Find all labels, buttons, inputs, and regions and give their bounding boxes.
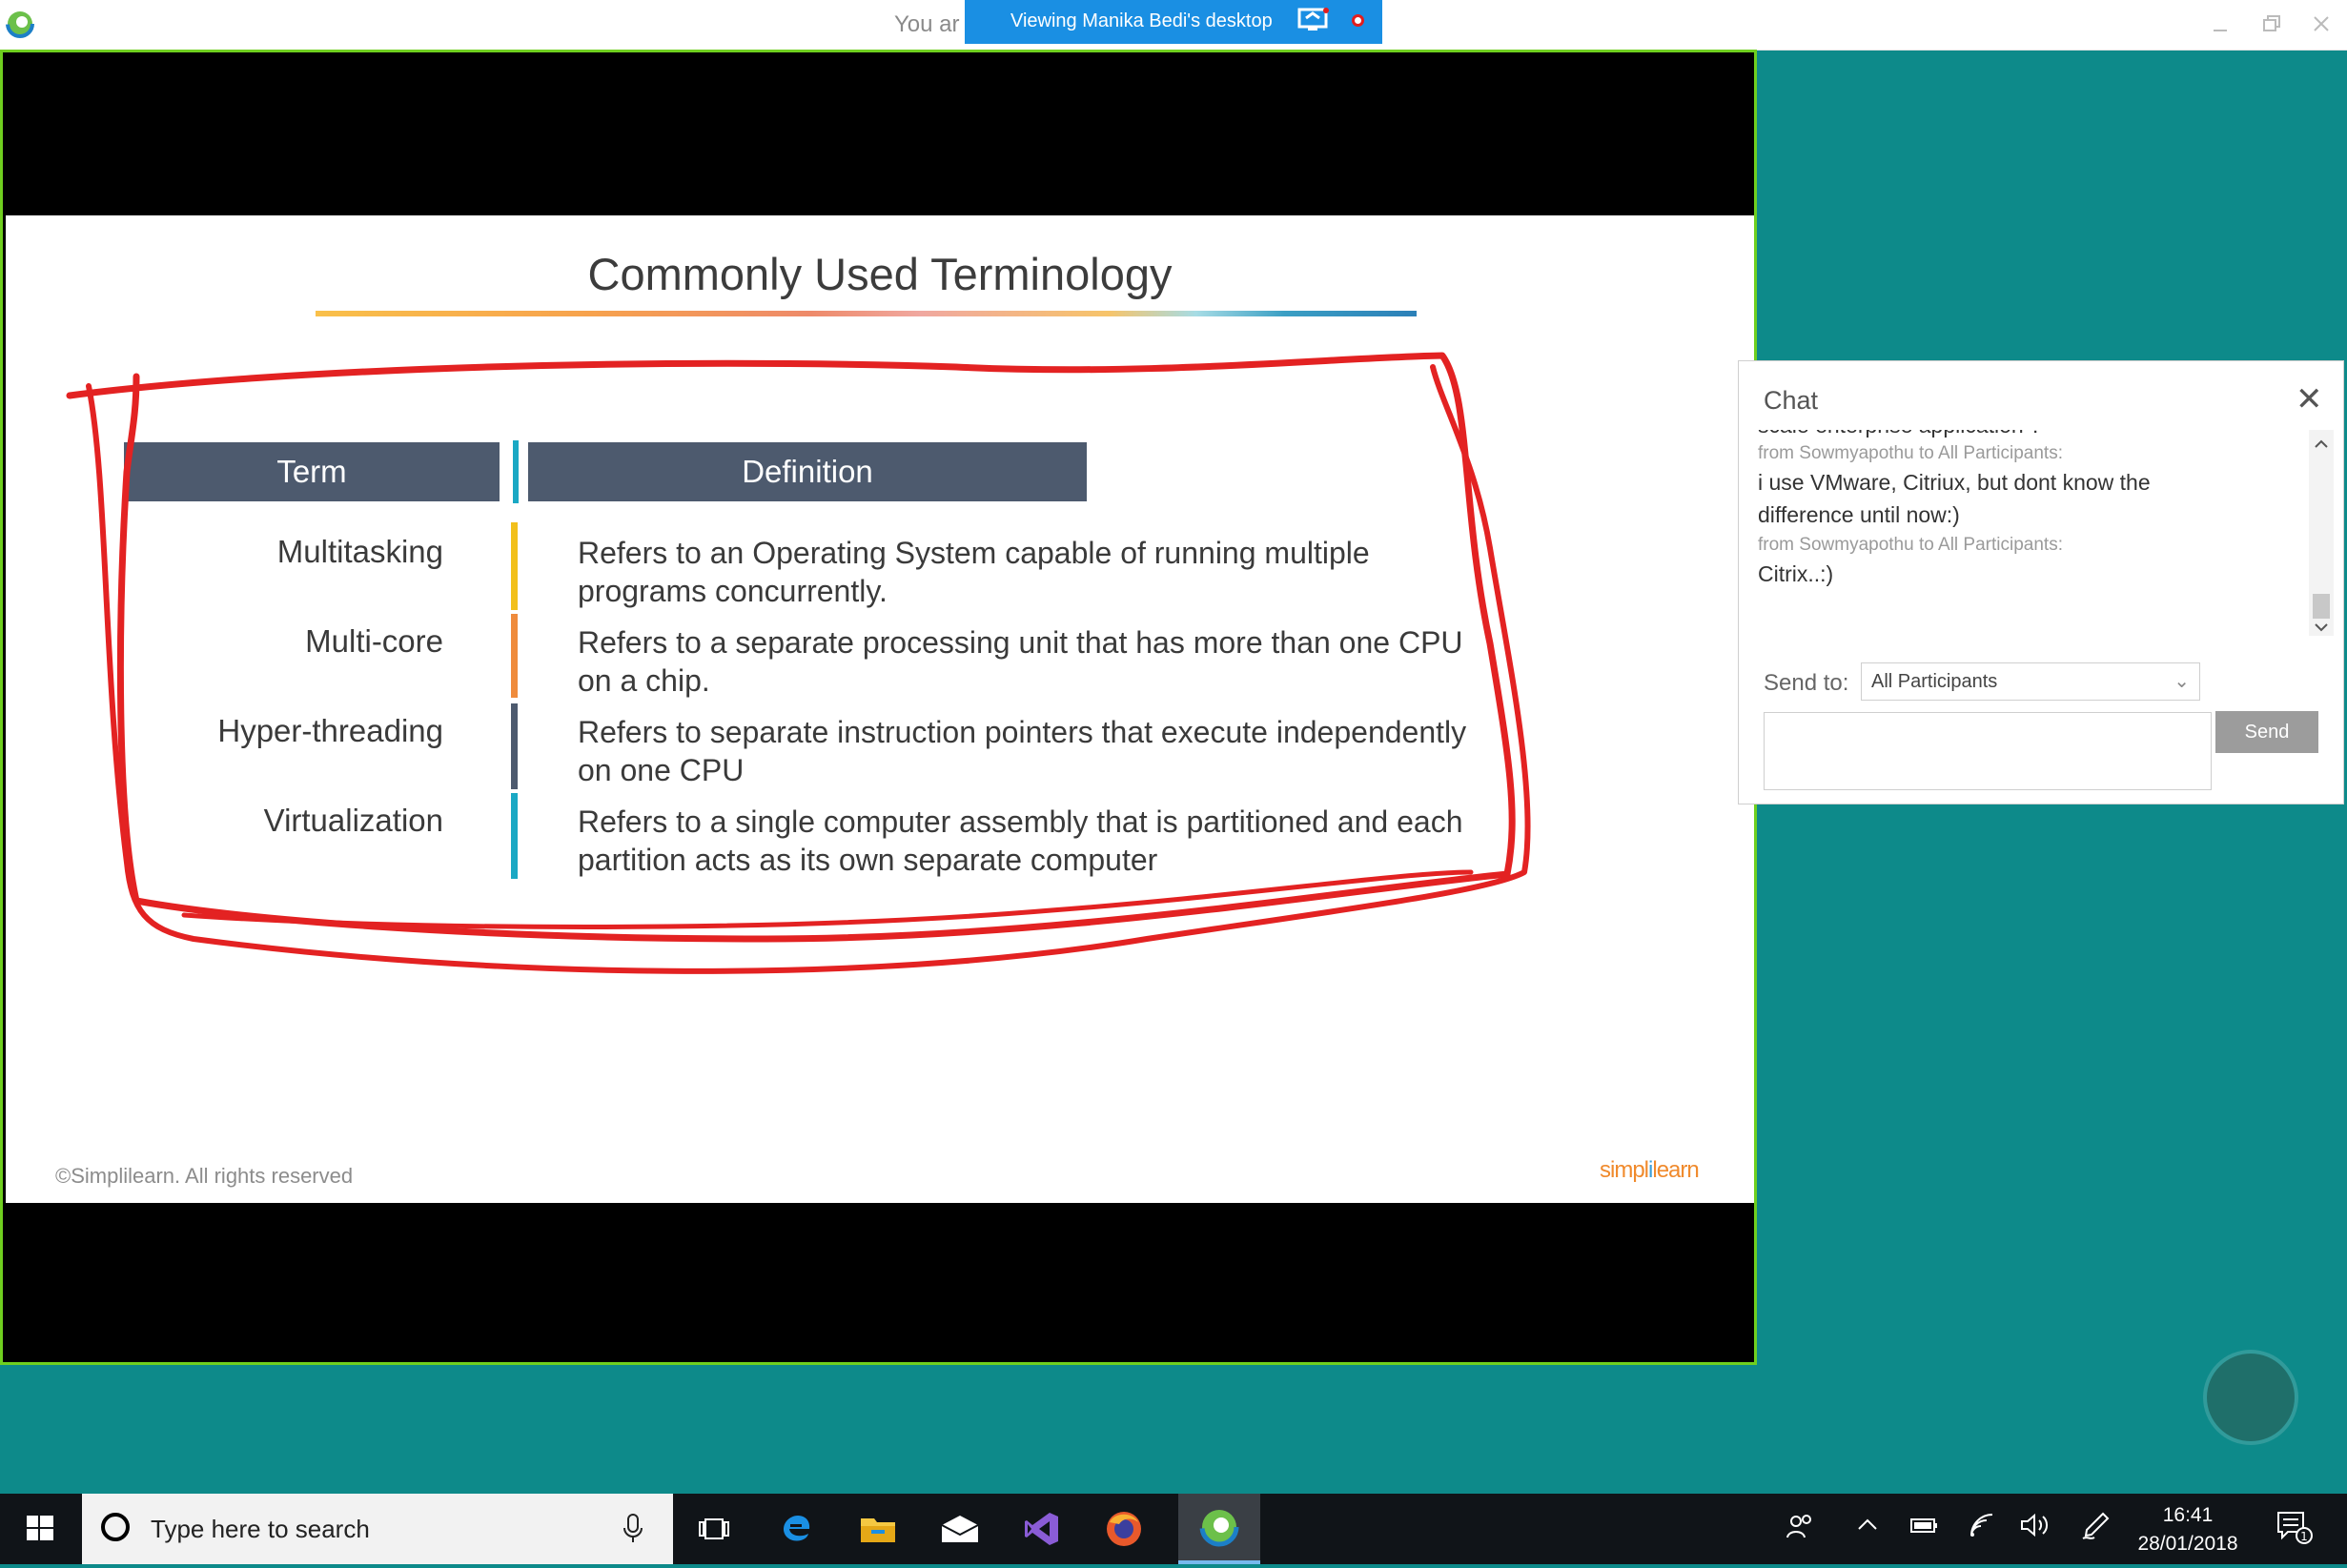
chat-message: difference until now:) [1758, 502, 1960, 527]
clock-date: 28/01/2018 [2137, 1533, 2238, 1555]
chat-message-input[interactable] [1764, 712, 2212, 790]
chat-panel[interactable]: Chat ✕ scale enterprise application ? fr… [1738, 360, 2344, 804]
chat-close-icon[interactable]: ✕ [2296, 380, 2323, 418]
send-button[interactable]: Send [2215, 711, 2318, 753]
close-window-icon[interactable] [2307, 10, 2336, 38]
restore-icon[interactable] [2257, 10, 2286, 38]
edge-icon[interactable] [755, 1494, 837, 1564]
chat-scrollbar[interactable] [2309, 430, 2334, 636]
clock-time: 16:41 [2162, 1504, 2214, 1526]
file-explorer-icon[interactable] [837, 1494, 919, 1564]
mail-icon[interactable] [919, 1494, 1001, 1564]
microphone-icon[interactable] [622, 1513, 644, 1545]
task-view-icon[interactable] [673, 1494, 755, 1564]
taskbar-search-box[interactable]: Type here to search [82, 1494, 673, 1564]
windows-logo-icon [27, 1516, 53, 1540]
wifi-icon[interactable] [1968, 1511, 1996, 1546]
chat-message: scale enterprise application ? [1758, 430, 2042, 438]
screen-share-icon[interactable] [1296, 7, 1331, 35]
chat-message: i use VMware, Citriux, but dont know the [1758, 470, 2151, 495]
webex-logo-icon [6, 10, 34, 38]
viewing-banner-label: Viewing Manika Bedi's desktop [1010, 10, 1273, 31]
send-to-label: Send to: [1764, 670, 1849, 696]
action-center-icon[interactable]: 1 [2275, 1507, 2313, 1552]
cortana-icon [101, 1513, 130, 1541]
webex-taskbar-icon[interactable] [1178, 1494, 1260, 1564]
send-to-dropdown[interactable]: All Participants ⌄ [1861, 662, 2200, 701]
red-annotation-scribble [66, 352, 1531, 974]
notification-count: 1 [2300, 1530, 2308, 1543]
visual-studio-icon[interactable] [1001, 1494, 1083, 1564]
viewing-desktop-banner[interactable]: Viewing Manika Bedi's desktop [965, 0, 1382, 44]
chat-message-meta: from Sowmyapothu to All Participants: [1758, 535, 2063, 555]
chevron-down-icon: ⌄ [2174, 671, 2190, 692]
shared-screen-viewer[interactable]: Commonly Used Terminology Term Definitio… [0, 50, 1757, 1365]
minimize-icon[interactable] [2206, 10, 2235, 38]
battery-icon[interactable] [1908, 1511, 1939, 1546]
firefox-icon[interactable] [1083, 1494, 1165, 1564]
chat-message-meta: from Sowmyapothu to All Participants: [1758, 443, 2063, 463]
recording-indicator-icon [1352, 14, 1364, 27]
send-to-value: All Participants [1871, 671, 1998, 692]
search-placeholder: Type here to search [151, 1515, 370, 1543]
chat-message-list[interactable]: scale enterprise application ? from Sowm… [1758, 430, 2316, 630]
taskbar-clock[interactable]: 16:41 28/01/2018 [2126, 1501, 2250, 1558]
pen-ink-icon[interactable] [2080, 1511, 2111, 1548]
people-icon[interactable] [1785, 1511, 1815, 1548]
window-title: You ar [894, 11, 960, 37]
windows-taskbar: Type here to search 16:41 28/01/2018 1 [0, 1494, 2347, 1564]
start-button[interactable] [0, 1494, 82, 1564]
meeting-titlebar: You ar Viewing Manika Bedi's desktop [0, 0, 2347, 51]
chevron-up-icon[interactable] [1855, 1511, 1880, 1546]
chat-title: Chat [1764, 386, 1819, 415]
chat-message: Citrix..:) [1758, 561, 1834, 586]
volume-icon[interactable] [2019, 1511, 2051, 1546]
meeting-controls-bubble[interactable] [2207, 1354, 2295, 1441]
